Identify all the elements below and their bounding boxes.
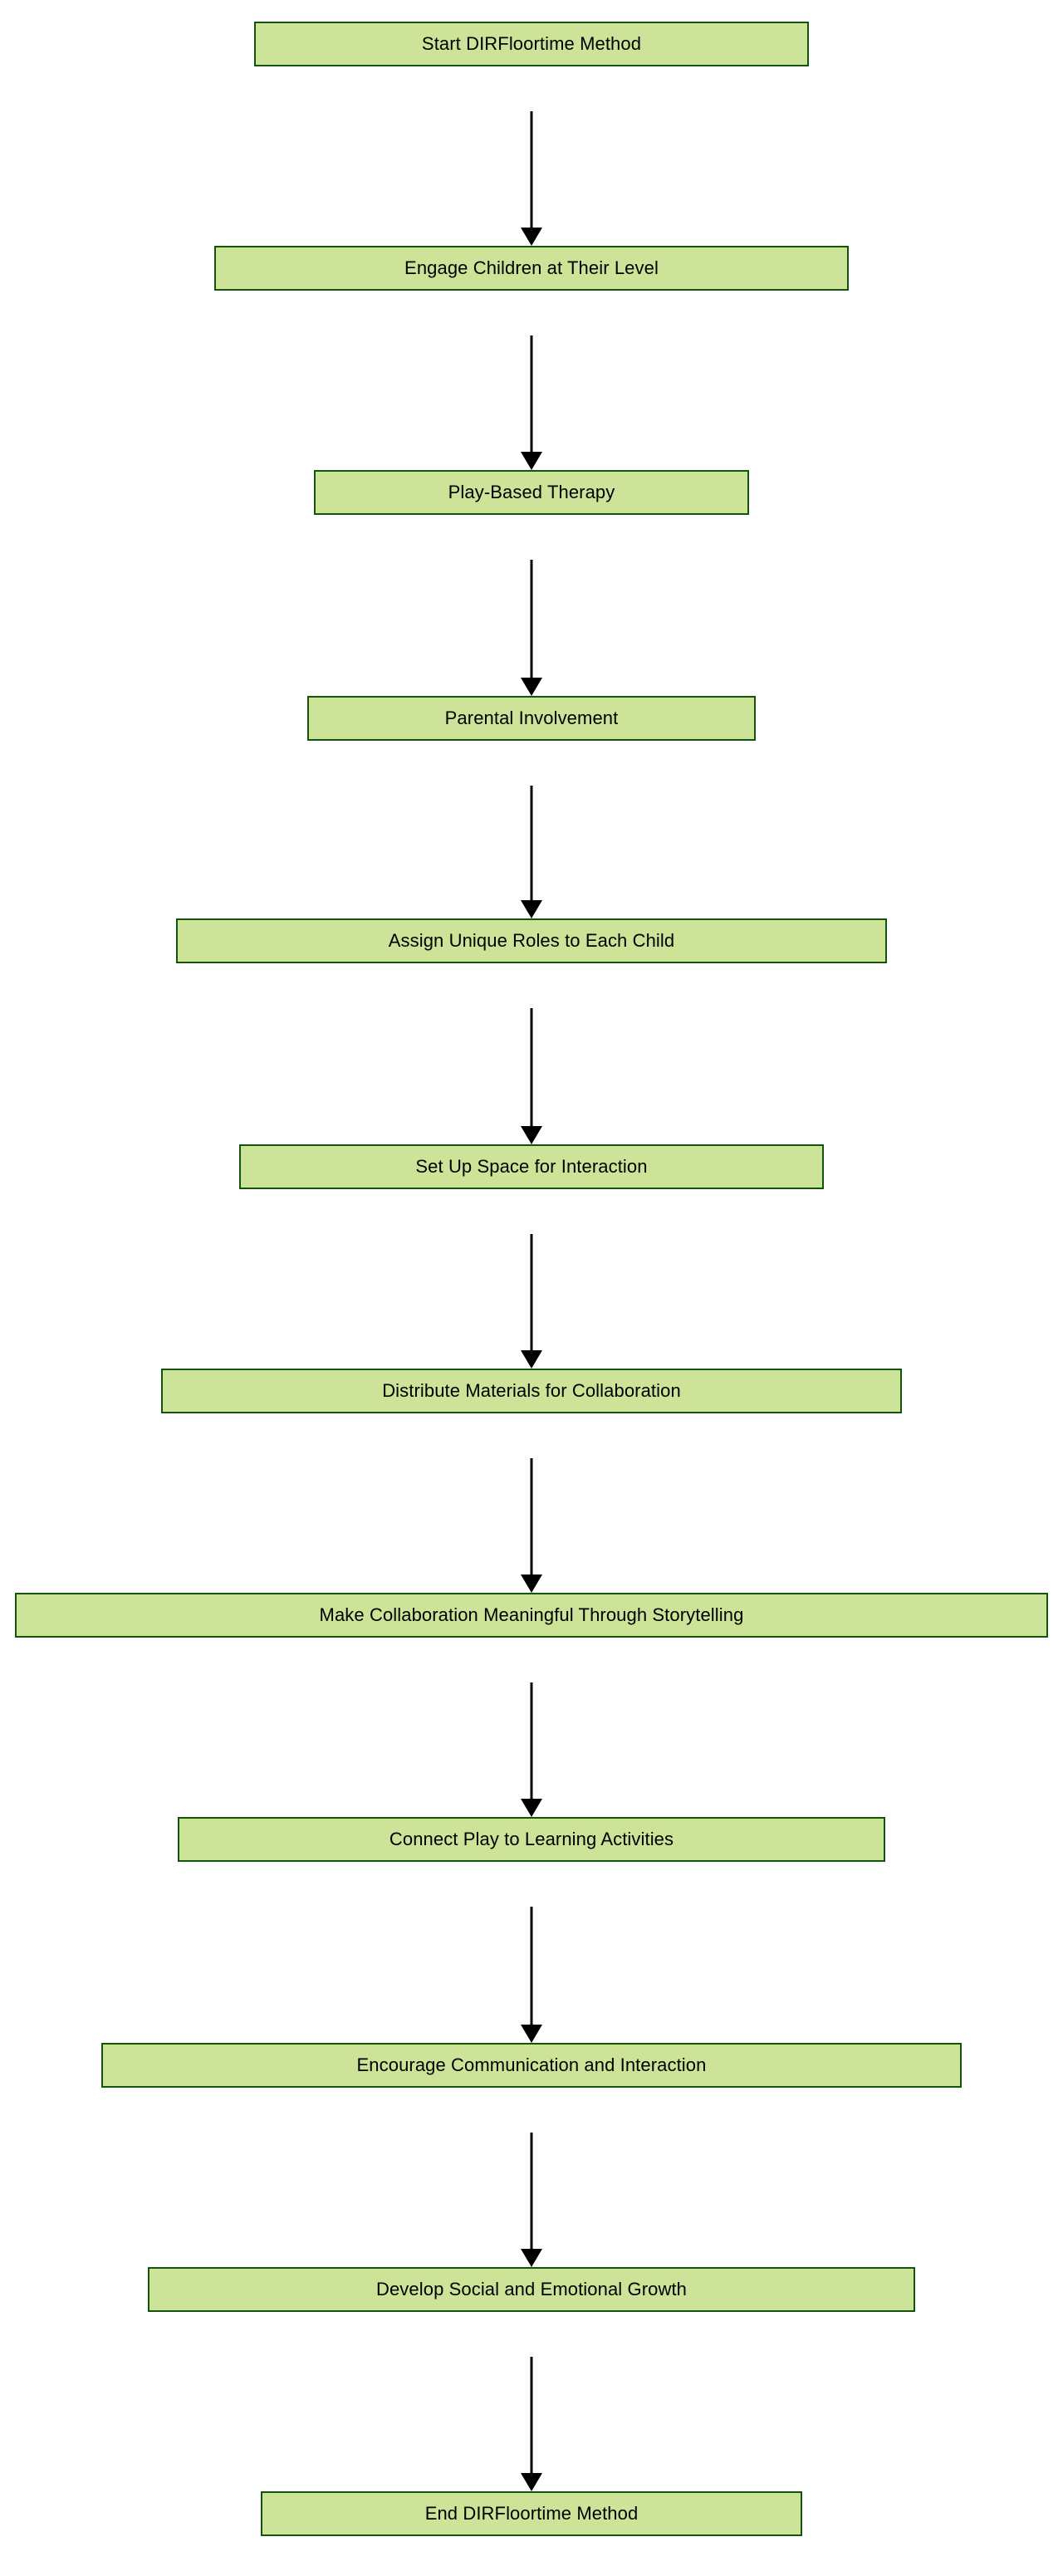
arrowhead-icon: [521, 1574, 542, 1593]
flowchart-node-label: Assign Unique Roles to Each Child: [388, 930, 675, 951]
flowchart-node-materials[interactable]: Distribute Materials for Collaboration: [161, 1369, 902, 1413]
edge-materials-to-storytelling: [521, 1458, 542, 1593]
edge-growth-to-end: [521, 2357, 542, 2491]
flowchart-node-label: Play-Based Therapy: [448, 482, 615, 502]
flowchart-node-start[interactable]: Start DIRFloortime Method: [254, 22, 809, 66]
edge-line: [530, 1458, 533, 1574]
flowchart-node-label: Engage Children at Their Level: [404, 257, 659, 278]
flowchart-node-play[interactable]: Play-Based Therapy: [314, 470, 749, 515]
edge-line: [530, 1907, 533, 2025]
edge-communication-to-growth: [521, 2133, 542, 2267]
flowchart-node-learning[interactable]: Connect Play to Learning Activities: [178, 1817, 885, 1862]
edge-line: [530, 1682, 533, 1799]
edge-line: [530, 335, 533, 452]
edge-learning-to-communication: [521, 1907, 542, 2043]
edge-line: [530, 2357, 533, 2473]
flowchart-node-label: Make Collaboration Meaningful Through St…: [319, 1604, 744, 1625]
arrowhead-icon: [521, 2473, 542, 2491]
arrowhead-icon: [521, 2025, 542, 2043]
flowchart-node-label: End DIRFloortime Method: [424, 2503, 639, 2524]
arrowhead-icon: [521, 1126, 542, 1144]
arrowhead-icon: [521, 678, 542, 696]
flowchart-node-label: Distribute Materials for Collaboration: [382, 1380, 681, 1401]
edge-space-to-materials: [521, 1234, 542, 1369]
flowchart-node-label: Parental Involvement: [444, 708, 619, 728]
flowchart-node-label: Develop Social and Emotional Growth: [375, 2279, 688, 2299]
arrowhead-icon: [521, 1350, 542, 1369]
edge-play-to-parental: [521, 560, 542, 696]
flowchart-canvas: Start DIRFloortime Method Engage Children…: [0, 0, 1063, 2576]
flowchart-node-end[interactable]: End DIRFloortime Method: [261, 2491, 802, 2536]
flowchart-node-label: Connect Play to Learning Activities: [389, 1829, 674, 1849]
flowchart-node-label: Start DIRFloortime Method: [421, 33, 642, 54]
edge-line: [530, 2133, 533, 2249]
arrowhead-icon: [521, 228, 542, 246]
flowchart-node-space[interactable]: Set Up Space for Interaction: [239, 1144, 824, 1189]
edge-engage-to-play: [521, 335, 542, 470]
flowchart-node-storytelling[interactable]: Make Collaboration Meaningful Through St…: [15, 1593, 1048, 1638]
edge-line: [530, 1234, 533, 1350]
flowchart-node-communication[interactable]: Encourage Communication and Interaction: [101, 2043, 962, 2088]
flowchart-node-label: Set Up Space for Interaction: [415, 1156, 648, 1177]
edge-line: [530, 1008, 533, 1126]
flowchart-node-growth[interactable]: Develop Social and Emotional Growth: [148, 2267, 915, 2312]
arrowhead-icon: [521, 1799, 542, 1817]
edge-line: [530, 111, 533, 228]
flowchart-node-label: Encourage Communication and Interaction: [356, 2054, 707, 2075]
edge-storytelling-to-learning: [521, 1682, 542, 1817]
flowchart-node-engage[interactable]: Engage Children at Their Level: [214, 246, 849, 291]
edge-line: [530, 786, 533, 900]
edge-line: [530, 560, 533, 678]
arrowhead-icon: [521, 900, 542, 918]
arrowhead-icon: [521, 452, 542, 470]
edge-parental-to-roles: [521, 786, 542, 918]
edge-start-to-engage: [521, 111, 542, 246]
edge-roles-to-space: [521, 1008, 542, 1144]
arrowhead-icon: [521, 2249, 542, 2267]
flowchart-node-roles[interactable]: Assign Unique Roles to Each Child: [176, 918, 887, 963]
flowchart-node-parental[interactable]: Parental Involvement: [307, 696, 756, 741]
